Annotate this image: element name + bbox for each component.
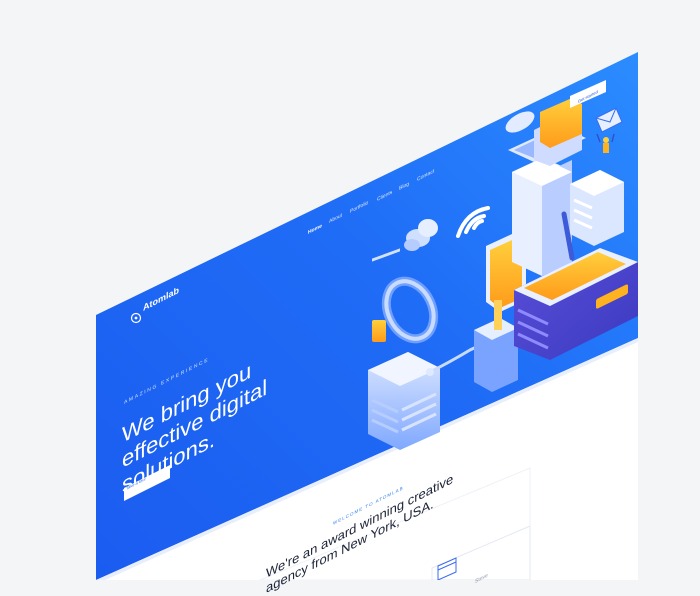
website-mockup: Atomlab Home About Portfolio Clients Blo… [0, 0, 700, 596]
stack-tower-icon [570, 170, 624, 246]
hero-illustration [96, 52, 638, 580]
